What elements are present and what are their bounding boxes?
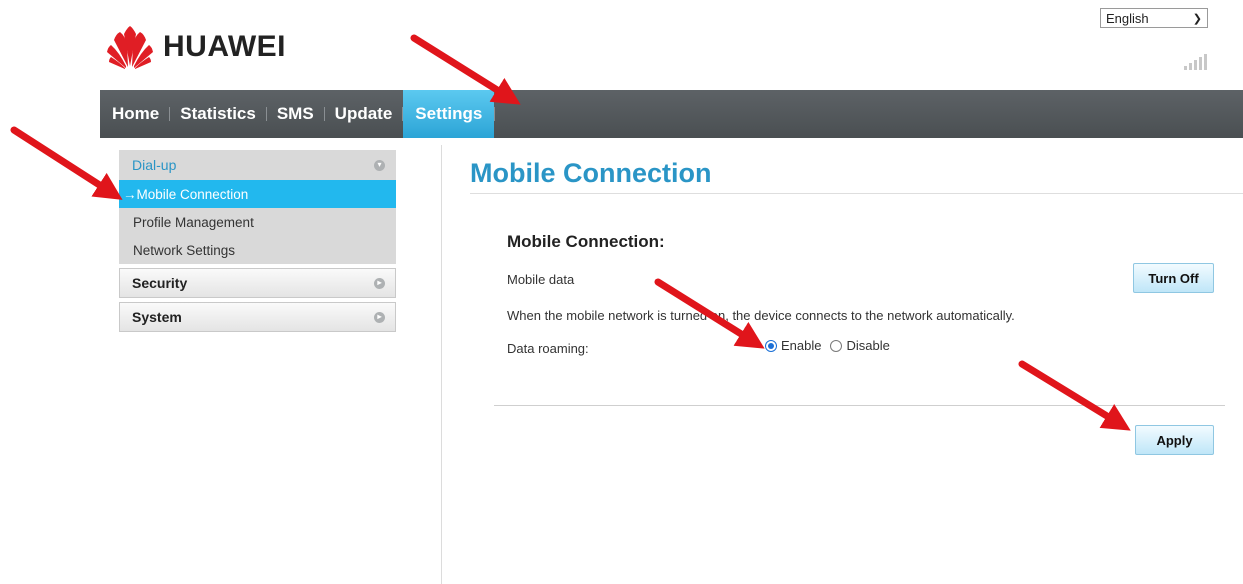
sidebar-item-mobile-connection[interactable]: → Mobile Connection [119, 180, 396, 208]
form-divider [494, 405, 1225, 406]
annotation-arrow [10, 126, 123, 200]
roaming-disable-radio[interactable] [830, 339, 843, 352]
brand-name: HUAWEI [163, 30, 286, 63]
nav-settings[interactable]: Settings [403, 90, 495, 138]
roaming-enable-radio[interactable] [765, 339, 777, 352]
sidebar-group-system[interactable]: System ▸ [119, 302, 396, 332]
nav-divider [494, 107, 496, 121]
turn-off-button[interactable]: Turn Off [1133, 263, 1214, 293]
nav-update[interactable]: Update [325, 90, 403, 138]
arrow-right-icon: → [123, 186, 137, 202]
sidebar-group-dialup[interactable]: Dial-up ▾ [119, 150, 396, 180]
main-nav: Home Statistics SMS Update Settings [100, 90, 1243, 138]
roaming-enable-label[interactable]: Enable [781, 338, 821, 353]
mobile-data-description: When the mobile network is turned on, th… [507, 308, 1015, 323]
data-roaming-label: Data roaming: [507, 341, 589, 356]
expand-icon: ▸ [374, 311, 385, 323]
huawei-flower-icon [107, 26, 153, 69]
content-divider [441, 145, 442, 584]
annotation-arrow [410, 34, 521, 105]
title-divider [470, 193, 1243, 194]
chevron-down-icon: ❯ [1192, 12, 1202, 25]
section-title: Mobile Connection: [507, 232, 665, 251]
sidebar-group-label: Dial-up [132, 157, 177, 173]
sidebar-group-label: System [132, 309, 182, 325]
apply-button[interactable]: Apply [1135, 425, 1214, 455]
sidebar-item-label: Mobile Connection [136, 186, 249, 202]
expand-icon: ▸ [374, 277, 385, 289]
page-title: Mobile Connection [470, 158, 712, 188]
huawei-logo: HUAWEI [105, 22, 286, 72]
settings-sidebar: Dial-up ▾ → Mobile Connection Profile Man… [119, 150, 396, 332]
sidebar-item-profile-management[interactable]: Profile Management [119, 208, 396, 236]
data-roaming-options: Enable Disable [765, 338, 890, 353]
language-select[interactable]: English ❯ [1100, 8, 1208, 28]
signal-bars-icon [1184, 52, 1207, 70]
sidebar-group-security[interactable]: Security ▸ [119, 268, 396, 298]
nav-home[interactable]: Home [100, 90, 169, 138]
nav-sms[interactable]: SMS [267, 90, 324, 138]
mobile-data-label: Mobile data [507, 272, 575, 287]
nav-statistics[interactable]: Statistics [170, 90, 266, 138]
collapse-icon: ▾ [374, 159, 385, 171]
annotation-arrow [1018, 360, 1131, 431]
roaming-disable-label[interactable]: Disable [846, 338, 889, 353]
language-value: English [1106, 10, 1149, 26]
sidebar-group-label: Security [132, 275, 188, 291]
sidebar-item-network-settings[interactable]: Network Settings [119, 236, 396, 264]
